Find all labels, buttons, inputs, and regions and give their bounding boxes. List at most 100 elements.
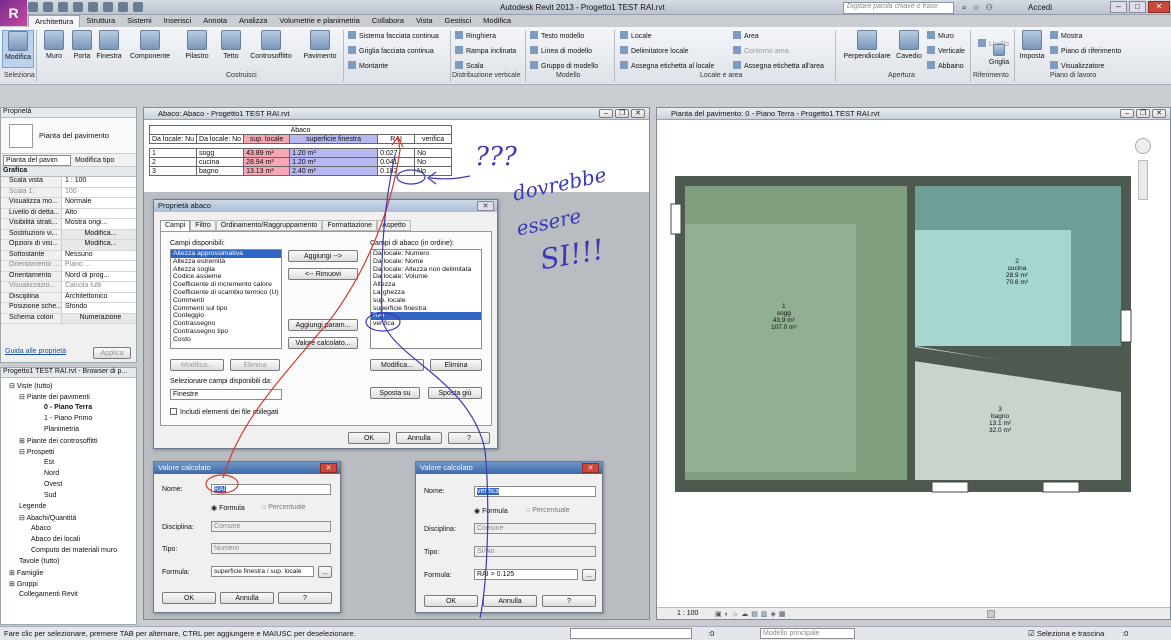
set-button[interactable]: Imposta [1016,30,1048,60]
type-selector[interactable]: Pianta del pavimento [1,118,136,154]
list-item[interactable]: Contrassegno tipo [171,328,281,336]
column-header[interactable]: superficie finestra [289,134,379,144]
cancel-button[interactable]: Annulla [220,592,274,604]
column-header[interactable]: sup. locale [243,134,291,144]
add-parameter-button[interactable]: Aggiungi param... [288,319,358,331]
minimize-icon[interactable]: – [1110,1,1127,13]
grid-button[interactable]: Griglia [985,44,1013,66]
scroll-thumb[interactable] [987,610,995,618]
area-boundary-button[interactable]: Contorno area [733,46,789,55]
roof-button[interactable]: Tetto [218,30,244,60]
properties-help-link[interactable]: Guida alle proprietà [5,348,66,355]
type-select[interactable]: Numero [211,543,331,554]
column-button[interactable]: Pilastro [183,30,211,60]
tree-item[interactable]: Est [44,459,54,466]
list-item[interactable]: superficie finestra [371,305,481,313]
tree-item[interactable]: ⊟ Piante dei pavimenti [19,393,90,401]
browse-button[interactable]: ... [582,569,596,581]
star-icon[interactable]: ☆ [972,3,979,13]
user-icon[interactable]: ⚇ [986,3,993,13]
binoculars-icon[interactable]: ⌕ [962,3,966,13]
remove-field-button[interactable]: <-- Rimuovi [288,268,358,280]
apply-button[interactable]: Applica [93,347,131,359]
maximize-icon[interactable]: □ [1129,1,1146,13]
window-button[interactable]: Finestra [94,30,124,60]
property-row[interactable]: Disciplina Architettonico [1,292,136,303]
view-instance-select[interactable]: Pianta del pavim [3,154,71,166]
tree-item[interactable]: ⊟ Abachi/Quantità [19,514,76,522]
wall-button[interactable]: Muro [40,30,68,60]
move-up-button[interactable]: Sposta su [370,387,420,399]
ref-plane-button[interactable]: Piano di riferimento [1050,46,1121,55]
table-row[interactable]: 3 bagno 13.13 m² 2.40 m² 0.183 No [148,166,453,176]
room-button[interactable]: Locale [620,31,652,40]
tab-volumetrie[interactable]: Volumetrie e planimetria [273,15,365,27]
delete-right-button[interactable]: Elimina [430,359,482,371]
tree-item[interactable]: ⊞ Famiglie [9,569,43,577]
formula-input[interactable]: superficie finestra / sup. locale [211,566,314,577]
section-graphics[interactable]: Grafica [1,167,136,177]
search-input[interactable]: Digitare parola chiave o frase [843,2,954,14]
modify-right-button[interactable]: Modifica... [370,359,424,371]
discipline-select[interactable]: Comune [474,523,596,534]
tree-item[interactable]: ⊟ Viste (tutto) [9,382,52,390]
formula-radio[interactable]: ◉ Formula [211,504,245,512]
railing-button[interactable]: Ringhiera [455,31,496,40]
list-item[interactable]: RAI [371,312,481,321]
tab-sistemi[interactable]: Sistemi [121,15,158,27]
model-text-button[interactable]: Testo modello [530,31,584,40]
close-icon[interactable]: ✕ [320,463,337,473]
minimize-icon[interactable]: – [1120,109,1134,118]
discipline-select[interactable]: Comune [211,521,331,532]
property-row[interactable]: Livello di detta... Alto [1,208,136,219]
shaft-button[interactable]: Cavedio [895,30,923,60]
tab-filtro[interactable]: Filtro [190,220,216,231]
percentage-radio[interactable]: ○ Percentuale [526,507,570,514]
list-item[interactable]: Commenti [171,297,281,305]
tab-annota[interactable]: Annota [197,15,233,27]
drag-select-toggle[interactable]: ☑ Seleziona e trascina [1028,629,1104,638]
signin-link[interactable]: Accedi [1028,3,1052,12]
tree-item[interactable]: ⊞ Piante dei controsoffitti [19,437,98,445]
list-item[interactable]: Altezza estremità [171,258,281,266]
list-item[interactable]: Contrassegno [171,320,281,328]
column-header[interactable]: Da locale: No [196,134,245,144]
table-row[interactable]: 1 sogg 43.89 m² 1.20 m² 0.027 No [148,148,453,158]
tree-item[interactable]: Nord [44,470,59,477]
list-item[interactable]: Conteggio [171,312,281,320]
help-tools[interactable]: ⌕ ☆ ⚇ [962,3,993,13]
ok-button[interactable]: OK [162,592,216,604]
list-item[interactable]: Da locale: Altezza non delimitata [371,266,481,274]
tab-modifica[interactable]: Modifica [477,15,517,27]
viewer-button[interactable]: Visualizzatore [1050,61,1104,70]
room-label-3[interactable]: 3 bagno 13.1 m² 32.0 m³ [989,406,1011,434]
list-item[interactable]: Codice assieme [171,273,281,281]
tab-gestisci[interactable]: Gestisci [439,15,478,27]
model-group-button[interactable]: Gruppo di modello [530,61,598,70]
tree-item[interactable]: Abaco [31,525,51,532]
list-item[interactable]: Commenti sul tipo [171,305,281,313]
tree-item[interactable]: Abaco dei locali [31,536,80,543]
tab-vista[interactable]: Vista [410,15,439,27]
filter-count[interactable]: :0 [1122,629,1128,638]
tag-room-button[interactable]: Assegna etichetta al locale [620,61,714,70]
property-row[interactable]: Sottostante Nessuno [1,250,136,261]
quick-access-toolbar[interactable] [28,2,143,12]
wall-opening-button[interactable]: Muro [927,31,954,40]
tree-item[interactable]: 1 - Piano Primo [44,415,92,422]
curtain-grid-button[interactable]: Griglia facciata continua [348,46,434,55]
list-item[interactable]: Da locale: Numero [371,250,481,258]
name-input[interactable]: verifica [474,486,596,497]
list-item[interactable]: Da locale: Nome [371,258,481,266]
tab-aspetto[interactable]: Aspetto [377,220,411,231]
stair-button[interactable]: Scala [455,61,484,70]
status-field[interactable] [570,628,692,639]
modify-button[interactable]: Modifica [2,30,34,68]
component-button[interactable]: Componente [127,30,173,60]
tab-ordinamento[interactable]: Ordinamento/Raggruppamento [215,220,323,231]
close-icon[interactable]: ✕ [631,109,645,118]
browse-button[interactable]: ... [318,566,332,578]
list-item[interactable]: Altezza approssimativa [171,250,281,258]
property-row[interactable]: Visualizza mo... Normale [1,198,136,209]
ceiling-button[interactable]: Controsoffitto [247,30,295,60]
